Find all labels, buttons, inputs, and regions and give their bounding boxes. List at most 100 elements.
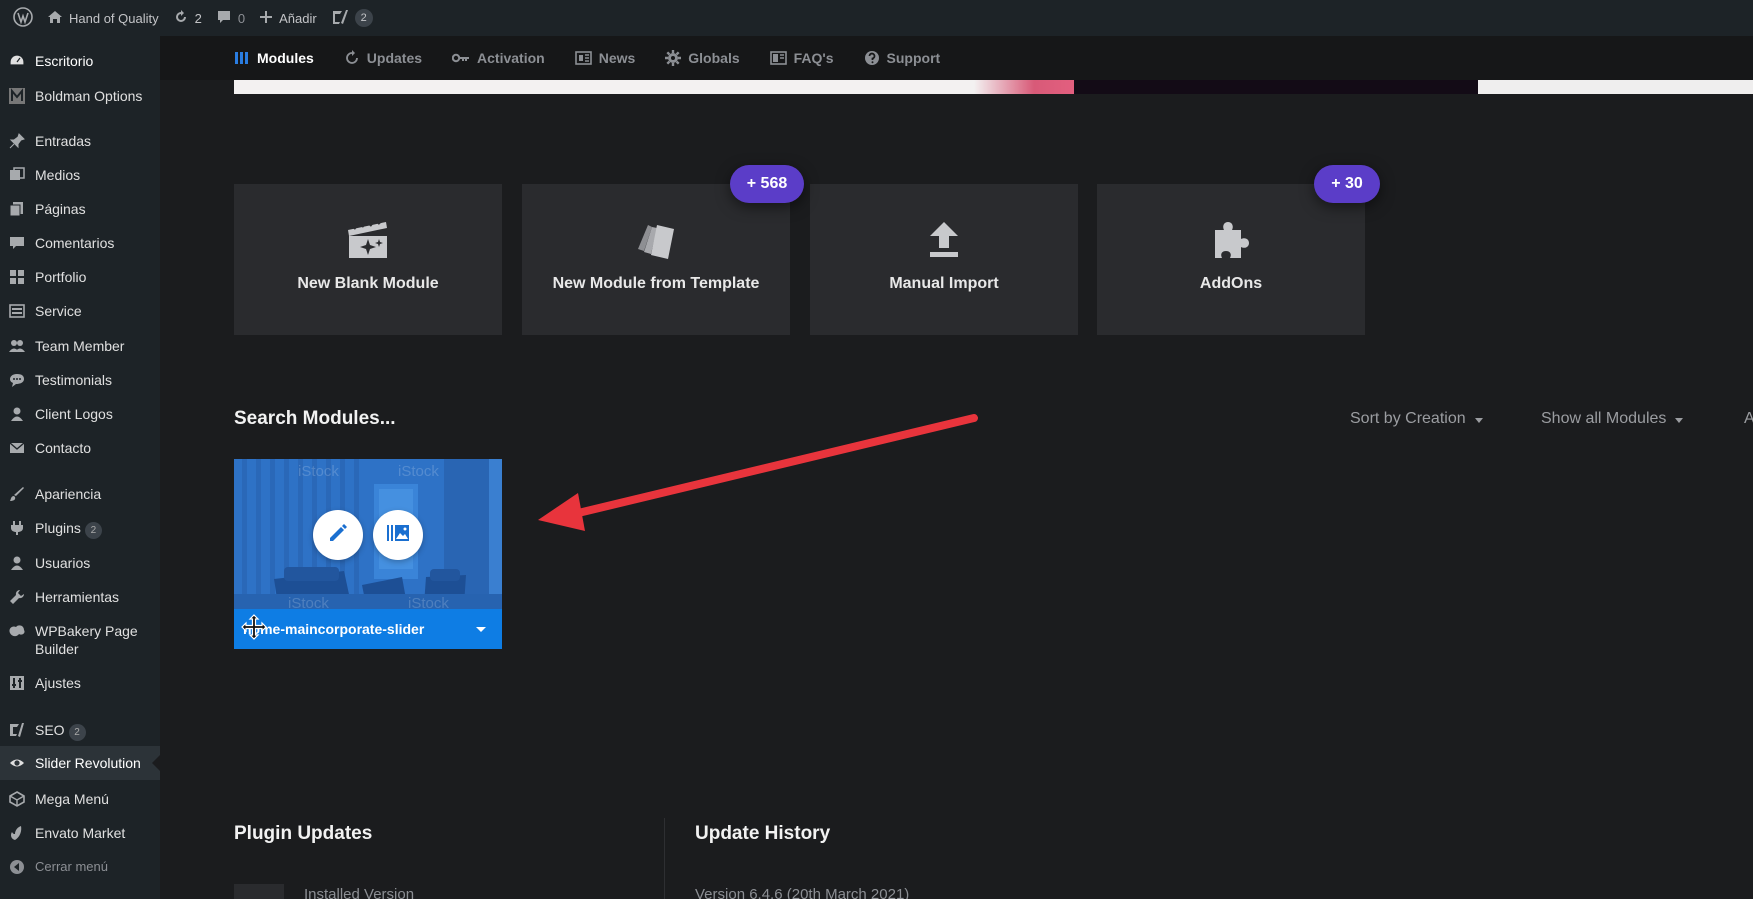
sidebar-item-comentarios[interactable]: Comentarios: [0, 234, 160, 252]
card-label: New Module from Template: [552, 275, 760, 292]
module-thumbnail[interactable]: iStock iStock iStock iStock: [234, 459, 502, 609]
collapse-menu-button[interactable]: Cerrar menú: [0, 858, 160, 876]
sidebar-item-wpbakery[interactable]: WPBakery Page Builder: [0, 622, 150, 658]
plugins-count-badge: 2: [84, 522, 102, 539]
sidebar-item-plugins[interactable]: Plugins 2: [0, 519, 160, 539]
sidebar-item-label: Entradas: [35, 133, 92, 149]
sort-dropdown[interactable]: Sort by Creation: [1350, 410, 1483, 428]
yoast-icon: [331, 8, 349, 29]
sidebar-item-escritorio[interactable]: Escritorio: [0, 52, 160, 70]
sidebar-item-envato-market[interactable]: Envato Market: [0, 824, 160, 842]
mail-icon: [8, 439, 26, 457]
sidebar-item-entradas[interactable]: Entradas: [0, 132, 160, 150]
manual-import-card[interactable]: Manual Import: [810, 184, 1078, 335]
banner-segment: [974, 80, 1074, 94]
tab-activation[interactable]: Activation: [452, 50, 545, 66]
sidebar-item-label: Client Logos: [35, 406, 113, 422]
sidebar-item-label: Comentarios: [35, 235, 115, 251]
add-new-link[interactable]: Añadir: [252, 0, 324, 36]
sidebar-item-mega-menu[interactable]: Mega Menú: [0, 790, 160, 808]
sidebar-item-boldman-options[interactable]: Boldman Options: [0, 87, 160, 105]
module-tabs: Modules Updates Activation News Globals …: [160, 36, 1753, 80]
sidebar-item-label: Plugins: [35, 520, 81, 536]
section-divider: [664, 818, 665, 899]
sidebar-item-label: Slider Revolution: [35, 755, 141, 771]
sidebar-item-apariencia[interactable]: Apariencia: [0, 485, 160, 503]
add-new-label: Añadir: [279, 10, 317, 26]
tab-support[interactable]: Support: [864, 50, 940, 66]
tab-faqs[interactable]: FAQ's: [769, 50, 834, 66]
truncated-dropdown-label[interactable]: A: [1744, 410, 1753, 428]
admin-bar: Hand of Quality 2 0 Añadir 2: [0, 0, 1753, 36]
filter-dropdown[interactable]: Show all Modules: [1541, 410, 1684, 428]
sidebar-item-herramientas[interactable]: Herramientas: [0, 588, 160, 606]
sidebar-item-label: Service: [35, 303, 82, 319]
sidebar-item-client-logos[interactable]: Client Logos: [0, 405, 160, 423]
sidebar-item-portfolio[interactable]: Portfolio: [0, 268, 160, 286]
template-cards-icon: [634, 219, 678, 261]
plus-icon: [259, 10, 273, 27]
sidebar-item-service[interactable]: Service: [0, 302, 160, 320]
card-label: Manual Import: [889, 275, 999, 292]
sidebar-item-usuarios[interactable]: Usuarios: [0, 554, 160, 572]
yoast-seo-link[interactable]: 2: [324, 0, 380, 36]
envato-icon: [8, 824, 26, 842]
key-icon: [452, 52, 470, 64]
seo-count-badge: 2: [68, 724, 86, 741]
edit-module-button[interactable]: [313, 510, 363, 560]
pin-icon: [8, 132, 26, 150]
sidebar-item-label: Mega Menú: [35, 791, 109, 807]
sidebar-item-ajustes[interactable]: Ajustes: [0, 674, 160, 692]
search-modules-input[interactable]: Search Modules...: [234, 408, 396, 430]
active-menu-arrow: [152, 755, 160, 771]
comments-link[interactable]: 0: [209, 0, 252, 36]
comment-bubble-icon: [216, 9, 232, 28]
sidebar-item-label: Envato Market: [35, 825, 126, 841]
module-footer[interactable]: home-maincorporate-slider: [234, 609, 502, 649]
sidebar-item-contacto[interactable]: Contacto: [0, 439, 160, 457]
tab-modules[interactable]: Modules: [234, 50, 314, 66]
module-card[interactable]: iStock iStock iStock iStock home-maincor…: [234, 459, 502, 649]
sidebar-item-label: Boldman Options: [35, 88, 143, 104]
sidebar-item-medios[interactable]: Medios: [0, 166, 160, 184]
sidebar-item-team-member[interactable]: Team Member: [0, 337, 160, 355]
boldman-icon: [8, 87, 26, 105]
tab-label: News: [598, 50, 636, 66]
tab-globals[interactable]: Globals: [665, 50, 740, 66]
card-label: New Blank Module: [297, 275, 439, 292]
support-icon: [864, 50, 880, 66]
sidebar-item-testimonials[interactable]: Testimonials: [0, 371, 160, 389]
collapse-icon: [8, 858, 26, 876]
plugin-updates-title: Plugin Updates: [234, 823, 373, 844]
plugin-update-icon-box: [234, 884, 284, 899]
sidebar-item-slider-revolution[interactable]: Slider Revolution: [0, 746, 160, 780]
grid-icon: [8, 268, 26, 286]
site-name-link[interactable]: Hand of Quality: [40, 0, 166, 36]
office-scene-image: [234, 459, 502, 609]
gear-icon: [665, 50, 682, 66]
upload-icon: [927, 219, 961, 261]
module-preview-button[interactable]: [373, 510, 423, 560]
module-options-caret-icon[interactable]: [476, 627, 486, 632]
sidebar-item-seo[interactable]: SEO 2: [0, 721, 160, 741]
move-cursor-icon: [241, 614, 267, 645]
dashboard-icon: [8, 52, 26, 70]
refresh-icon: [173, 9, 189, 28]
new-blank-module-card[interactable]: New Blank Module: [234, 184, 502, 335]
admin-sidebar: Escritorio Boldman Options Entradas Medi…: [0, 36, 160, 899]
tab-updates[interactable]: Updates: [344, 50, 422, 66]
comments-count: 0: [237, 10, 246, 26]
tab-news[interactable]: News: [574, 50, 636, 66]
addons-card[interactable]: AddOns: [1097, 184, 1365, 335]
wordpress-logo-button[interactable]: [6, 0, 40, 36]
updates-link[interactable]: 2: [166, 0, 209, 36]
new-module-from-template-card[interactable]: New Module from Template: [522, 184, 790, 335]
sidebar-item-label: Testimonials: [35, 372, 113, 388]
slides-gallery-icon: [386, 523, 410, 548]
watermark-text: iStock: [408, 595, 449, 609]
media-icon: [8, 166, 26, 184]
tools-icon: [8, 588, 26, 606]
sidebar-item-label: Contacto: [35, 440, 92, 456]
sidebar-item-paginas[interactable]: Páginas: [0, 200, 160, 218]
comments-icon: [8, 234, 26, 252]
